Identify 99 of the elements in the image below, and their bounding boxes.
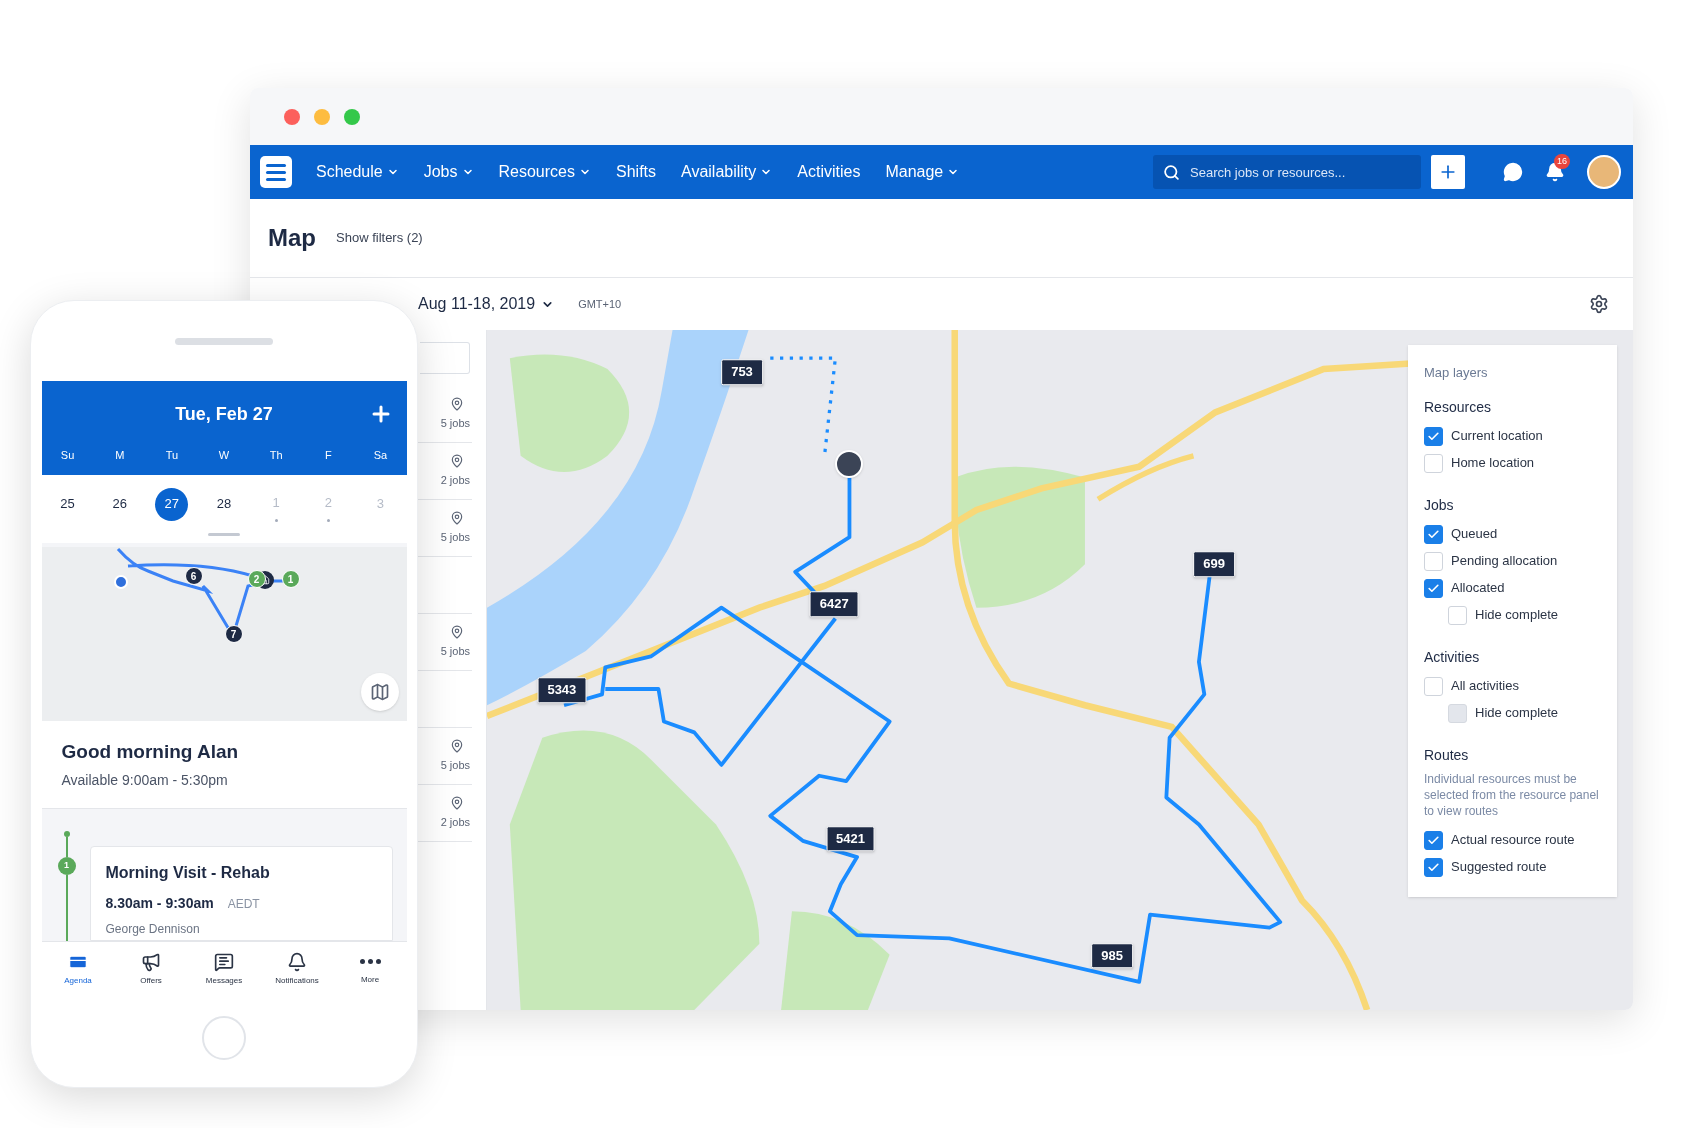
pin-icon — [450, 795, 464, 810]
tab-bar-item[interactable]: Agenda — [41, 942, 115, 996]
nav-menu-item[interactable]: Schedule — [316, 160, 399, 184]
nav-menu-item[interactable]: Resources — [498, 160, 591, 184]
job-marker[interactable]: 5421 — [826, 825, 875, 852]
stop-marker: 7 — [224, 625, 243, 643]
checkbox-label: Actual resource route — [1451, 831, 1575, 850]
visit-card[interactable]: Morning Visit - Rehab 8.30am - 9:30am AEDT George Dennison — [89, 846, 393, 941]
checkbox-label: Hide complete — [1475, 704, 1559, 723]
checkbox-label: Home location — [1451, 454, 1535, 473]
weekday-label: M — [114, 448, 126, 463]
check-icon — [1427, 429, 1440, 443]
calendar-day[interactable]: 28 — [207, 487, 241, 521]
job-marker[interactable]: 753 — [721, 359, 763, 386]
checkbox[interactable] — [1424, 426, 1443, 446]
nav-menu-item[interactable]: Manage — [885, 160, 960, 184]
job-count[interactable]: 5 jobs — [440, 414, 470, 432]
weekday-label: Th — [268, 448, 284, 463]
user-avatar[interactable] — [1587, 155, 1621, 189]
timezone-label: GMT+10 — [578, 296, 622, 312]
checkbox-label: Allocated — [1451, 579, 1505, 598]
timezone-label: AEDT — [227, 895, 260, 913]
weekday-label: Su — [59, 448, 76, 463]
job-count[interactable]: 2 jobs — [440, 471, 470, 489]
stop-marker: 6 — [184, 567, 203, 585]
checkbox-label: Hide complete — [1475, 606, 1559, 625]
job-marker[interactable]: 6427 — [809, 591, 859, 618]
message-icon — [214, 951, 234, 972]
step-marker: 1 — [57, 857, 76, 875]
weekday-label: Sa — [372, 448, 389, 463]
bell-icon — [287, 951, 307, 972]
checkbox[interactable] — [1424, 524, 1443, 544]
job-marker[interactable]: 5343 — [537, 677, 587, 703]
section-heading: Activities — [1424, 647, 1481, 667]
checkbox-label: Current location — [1451, 427, 1543, 446]
weekday-label: W — [217, 448, 231, 463]
menu-icon[interactable] — [260, 156, 292, 188]
megaphone-icon — [141, 951, 161, 972]
checkbox[interactable] — [1424, 830, 1443, 850]
greeting: Good morning Alan — [61, 740, 240, 765]
map-icon — [369, 682, 390, 702]
section-note: Individual resources must be selected from the resource panel to view routes — [1424, 770, 1600, 819]
search-field[interactable]: Search jobs or resources... — [1153, 155, 1421, 189]
date-range-dropdown[interactable]: Aug 11-18, 2019 — [418, 292, 555, 316]
visit-time: 8.30am - 9:30am — [105, 894, 214, 913]
client-name: George Dennison — [105, 921, 201, 938]
panel-title: Map layers — [1424, 364, 1489, 382]
date-title: Tue, Feb 27 — [175, 402, 273, 426]
nav-menu-item[interactable]: Jobs — [423, 160, 474, 184]
check-icon — [1427, 833, 1440, 847]
chat-icon[interactable] — [1503, 162, 1523, 182]
section-heading: Routes — [1424, 745, 1470, 765]
checkbox-label: Queued — [1451, 525, 1498, 544]
checkbox-label: Suggested route — [1451, 858, 1547, 877]
section-heading: Resources — [1424, 397, 1492, 417]
nav-menu-item[interactable]: Availability — [681, 160, 773, 184]
checkbox[interactable] — [1424, 578, 1443, 598]
nav-menu-item[interactable]: Shifts — [616, 160, 656, 184]
check-icon — [1427, 860, 1440, 874]
tab-bar-item[interactable]: Offers — [114, 942, 188, 996]
check-icon — [1427, 527, 1440, 541]
page-title: Map — [268, 223, 316, 253]
tab-bar-item[interactable]: Messages — [187, 942, 261, 996]
availability-text: Available 9:00am - 5:30pm — [61, 770, 229, 790]
pin-icon — [450, 624, 464, 639]
calendar-day[interactable]: 25 — [51, 487, 85, 521]
pin-icon — [450, 453, 464, 468]
weekday-label: F — [323, 448, 333, 463]
checkbox-label: Pending allocation — [1451, 552, 1558, 571]
calendar-day[interactable]: 27 — [155, 487, 189, 521]
settings-icon[interactable] — [1589, 294, 1609, 314]
stop-marker: 2 — [247, 570, 266, 588]
pin-icon — [450, 396, 464, 411]
job-count[interactable]: 2 jobs — [440, 813, 470, 831]
checkbox-label: All activities — [1451, 677, 1519, 696]
calendar-day[interactable]: 26 — [103, 487, 137, 521]
tab-bar-item[interactable]: More — [333, 942, 407, 996]
job-marker[interactable]: 699 — [1193, 551, 1235, 577]
panel-search-field[interactable] — [420, 342, 470, 374]
pin-icon — [450, 738, 464, 753]
job-marker[interactable]: 985 — [1091, 943, 1133, 969]
add-button[interactable] — [1431, 155, 1465, 189]
nav-menu-item[interactable]: Activities — [797, 160, 861, 184]
check-icon — [1427, 581, 1440, 595]
tab-bar-item[interactable]: Notifications — [260, 942, 334, 996]
more-icon — [359, 959, 381, 964]
map-view-button[interactable] — [360, 673, 399, 711]
section-heading: Jobs — [1424, 495, 1455, 515]
show-filters-link[interactable]: Show filters (2) — [336, 228, 423, 248]
job-count[interactable]: 5 jobs — [440, 642, 470, 660]
checkbox[interactable] — [1424, 857, 1443, 877]
pin-icon — [450, 510, 464, 525]
search-icon — [1163, 163, 1180, 181]
job-count[interactable]: 5 jobs — [440, 756, 470, 774]
notification-badge: 16 — [1554, 154, 1570, 169]
stop-marker: 1 — [281, 570, 300, 588]
weekday-label: Tu — [164, 448, 180, 463]
visit-title: Morning Visit - Rehab — [105, 863, 271, 883]
job-count[interactable]: 5 jobs — [440, 528, 470, 546]
